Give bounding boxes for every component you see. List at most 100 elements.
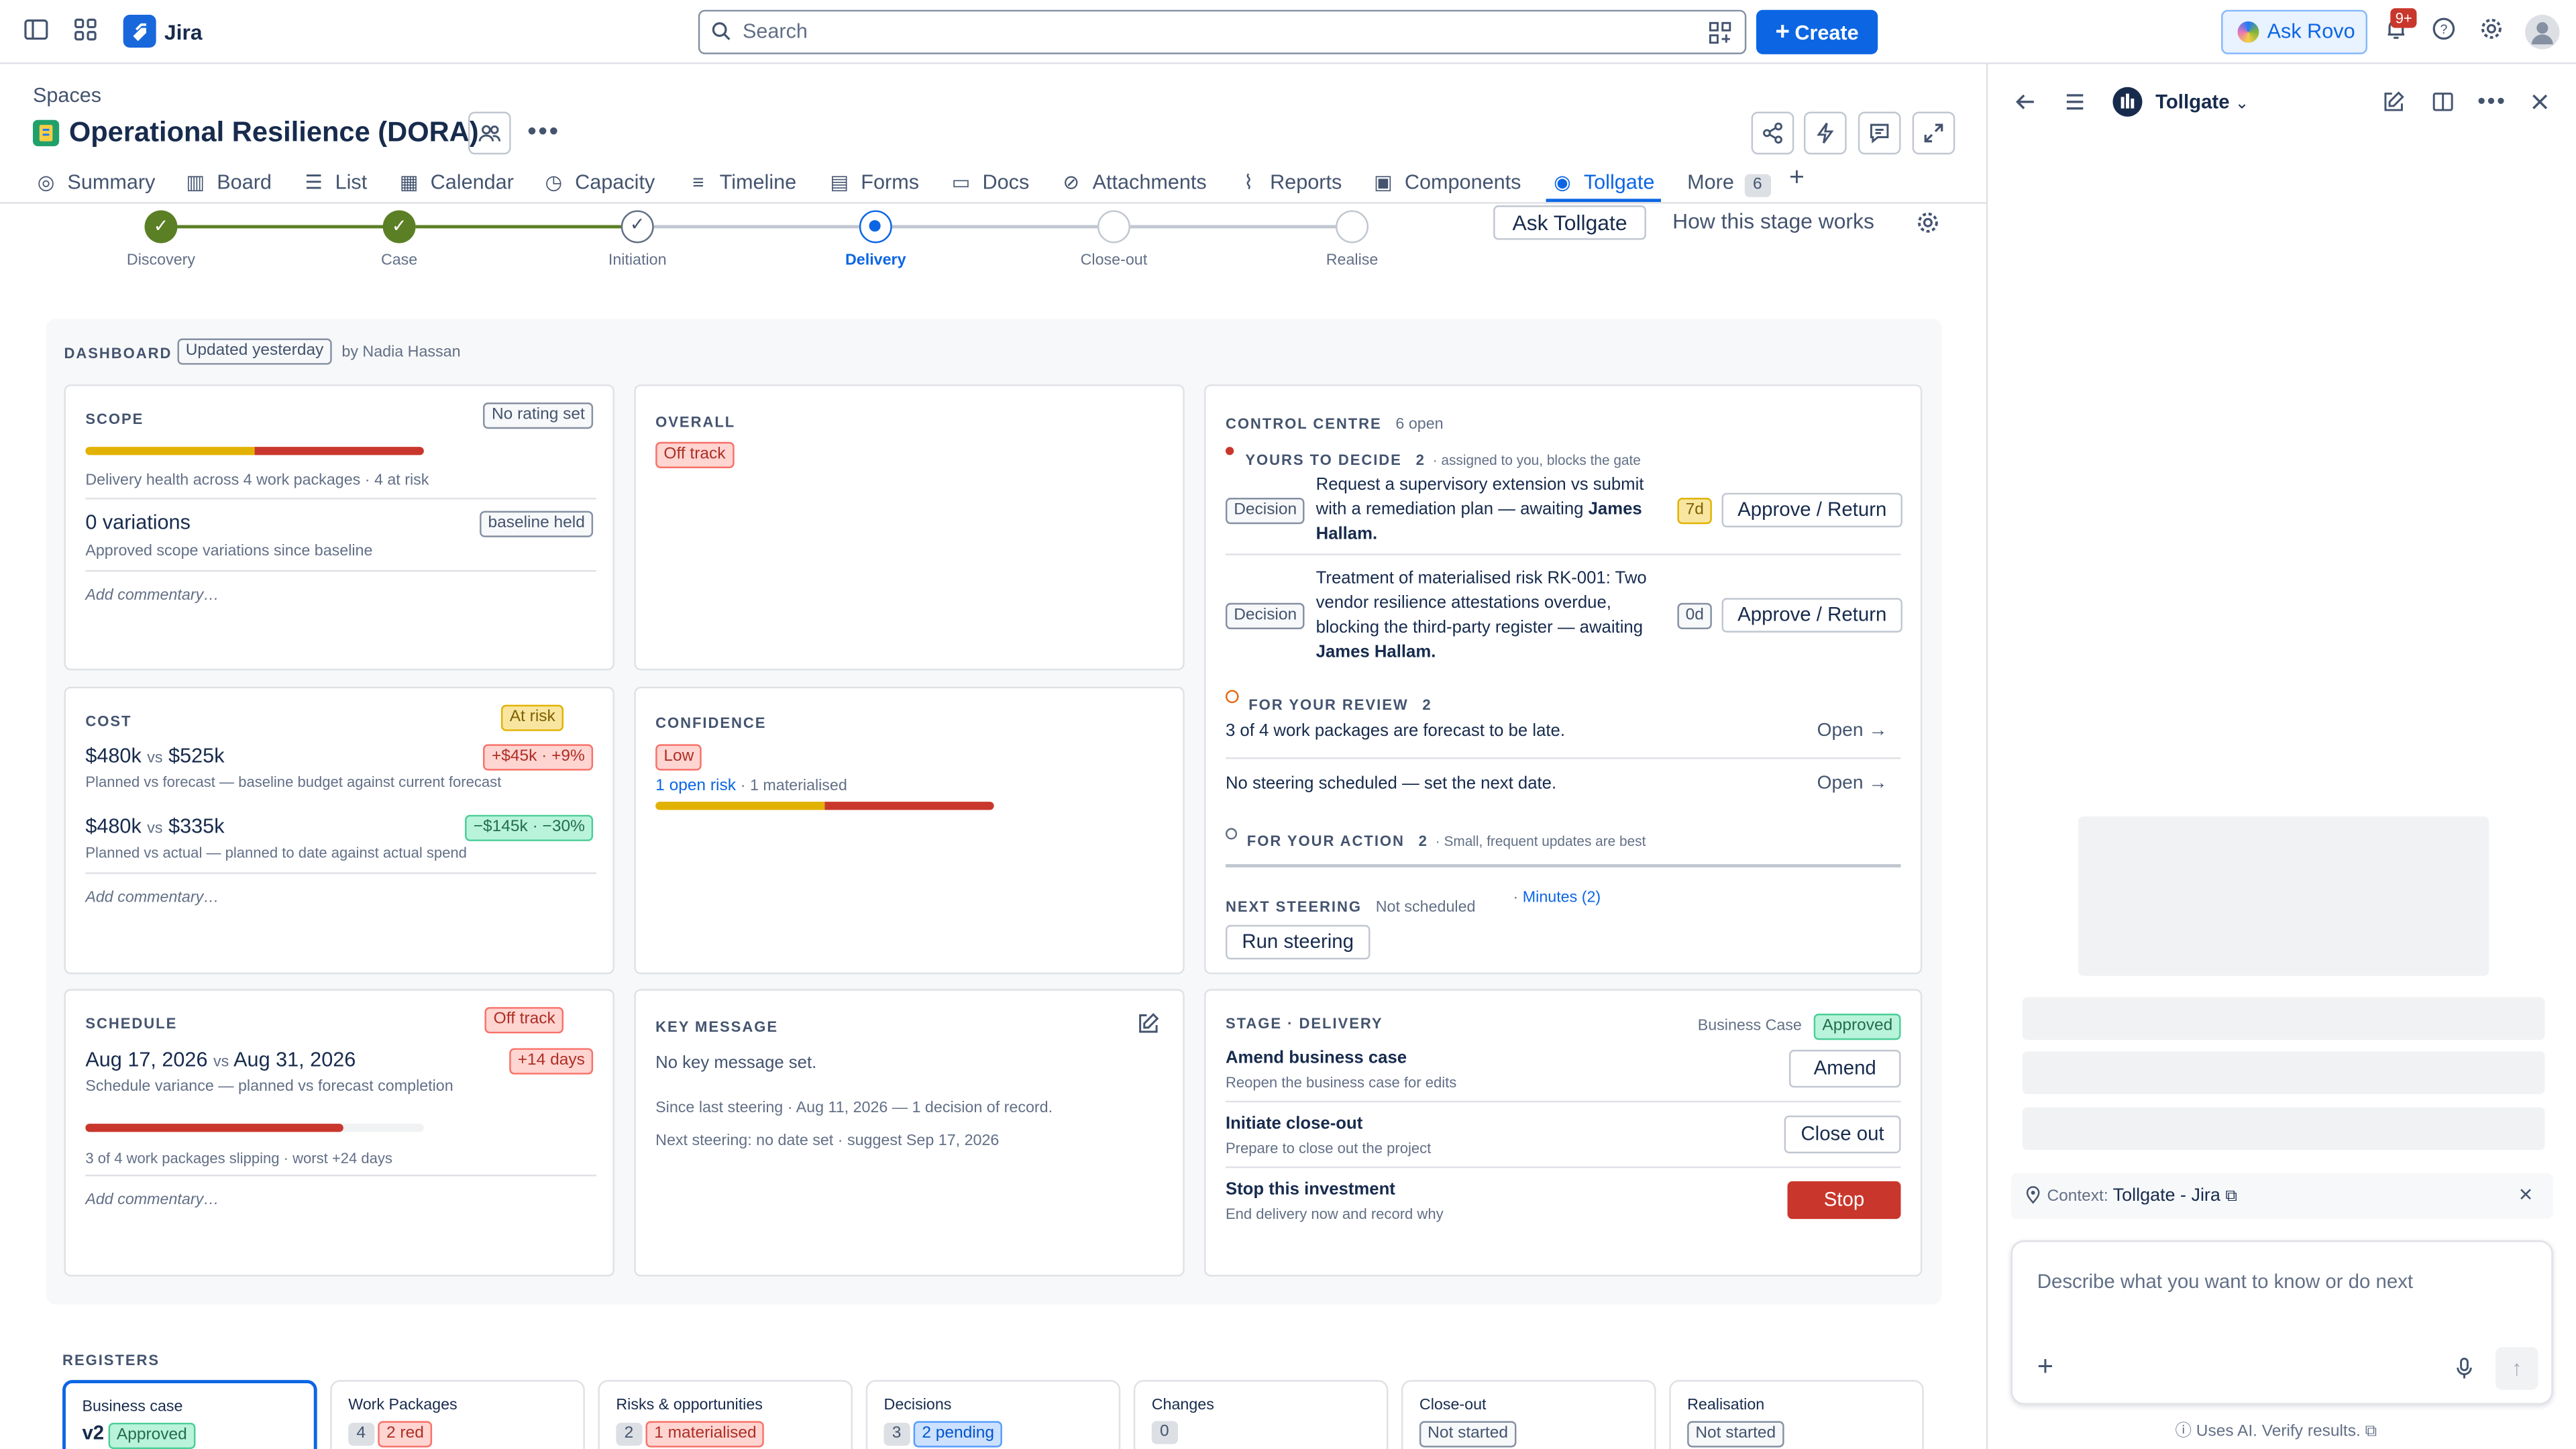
split-view-icon[interactable] (2432, 91, 2455, 122)
timeline-icon: ≡ (692, 170, 704, 194)
step-initiation-icon[interactable]: ✓ (621, 210, 654, 244)
breadcrumb[interactable]: Spaces (33, 84, 101, 107)
ask-tollgate-button[interactable]: Ask Tollgate (1493, 205, 1646, 240)
tab-list[interactable]: ☰ List (303, 169, 368, 195)
microphone-icon[interactable] (2455, 1357, 2474, 1389)
tab-more[interactable]: More 6 (1687, 169, 1770, 197)
step-closeout-icon[interactable] (1097, 210, 1130, 244)
rating-badge[interactable]: No rating set (483, 402, 594, 429)
close-icon[interactable] (2530, 91, 2549, 120)
loading-skeleton (2022, 1051, 2545, 1095)
schedule-status-badge: Off track (485, 1007, 564, 1034)
jira-logo-icon[interactable] (123, 15, 156, 48)
top-navigation: Jira Search + Create Ask Rovo 9+ ? (0, 0, 2576, 64)
tab-reports[interactable]: ⌇ Reports (1237, 169, 1342, 195)
sidebar-toggle-icon[interactable] (21, 16, 51, 46)
open-risk-link[interactable]: 1 open risk (655, 777, 736, 795)
approve-return-button[interactable]: Approve / Return (1721, 492, 1902, 528)
loading-skeleton (2022, 1107, 2545, 1150)
stage-settings-gear-icon[interactable] (1916, 210, 1941, 243)
open-review-button[interactable]: Open → (1817, 721, 1888, 741)
add-commentary[interactable]: Add commentary… (85, 889, 219, 907)
fullscreen-icon[interactable] (1912, 111, 1955, 155)
clock-icon: ◷ (545, 170, 563, 194)
context-chip: Context: Tollgate - Jira ⧉ ✕ (2010, 1173, 2553, 1220)
external-link-icon[interactable]: ⧉ (2365, 1423, 2377, 1441)
context-label: Context: (2047, 1187, 2108, 1206)
edit-icon[interactable] (1137, 1012, 1160, 1044)
context-value[interactable]: Tollgate - Jira (2113, 1186, 2220, 1205)
tab-attachments[interactable]: ⊘ Attachments (1060, 169, 1206, 195)
tab-components[interactable]: ▣ Components (1372, 169, 1521, 195)
step-connector (653, 225, 861, 229)
close-out-button[interactable]: Close out (1784, 1115, 1901, 1154)
section-count: 2 (1418, 833, 1428, 850)
notification-badge: 9+ (2390, 8, 2418, 28)
register-tag: Approved (108, 1422, 195, 1449)
back-arrow-icon[interactable] (2014, 91, 2037, 122)
decision-age: 0d (1677, 602, 1713, 629)
panel-more-icon[interactable]: ••• (2477, 87, 2506, 113)
tab-calendar[interactable]: ▦ Calendar (398, 169, 514, 195)
chat-input-placeholder: Describe what you want to know or do nex… (2037, 1270, 2414, 1293)
filter-icon[interactable] (1709, 11, 1731, 59)
how-stage-works-link[interactable]: How this stage works (1672, 209, 1874, 233)
panel-title[interactable]: Tollgate ⌄ (2155, 91, 2249, 113)
chat-input[interactable]: Describe what you want to know or do nex… (2010, 1240, 2553, 1405)
add-attachment-icon[interactable]: + (2037, 1350, 2053, 1383)
send-arrow-icon[interactable]: ↑ (2496, 1347, 2538, 1390)
confidence-bar-amber (655, 802, 825, 810)
card-title: CONTROL CENTRE (1225, 415, 1382, 433)
register-business-case[interactable]: Business case v2 Approved (62, 1380, 317, 1449)
app-switcher-icon[interactable] (70, 16, 100, 46)
step-case-complete-icon[interactable]: ✓ (382, 210, 416, 244)
automation-lightning-icon[interactable] (1804, 111, 1847, 155)
add-tab-icon[interactable]: + (1789, 165, 1805, 192)
approve-return-button[interactable]: Approve / Return (1721, 598, 1902, 633)
add-commentary[interactable]: Add commentary… (85, 1191, 219, 1210)
register-changes[interactable]: Changes 0 (1133, 1380, 1389, 1449)
tab-summary[interactable]: ◎ Summary (34, 169, 156, 195)
share-icon[interactable] (1751, 111, 1794, 155)
app-name[interactable]: Jira (164, 19, 203, 44)
register-realisation[interactable]: Realisation Not started (1669, 1380, 1924, 1449)
remove-context-icon[interactable]: ✕ (2518, 1173, 2534, 1220)
new-chat-edit-icon[interactable] (2382, 91, 2405, 122)
register-count: 4 (348, 1422, 374, 1446)
step-realise-icon[interactable] (1336, 210, 1369, 244)
step-delivery-current-icon[interactable] (859, 210, 892, 244)
search-input[interactable]: Search (698, 9, 1747, 54)
help-icon[interactable]: ? (2428, 16, 2458, 46)
ask-rovo-button[interactable]: Ask Rovo (2221, 9, 2368, 54)
step-label-initiation: Initiation (608, 251, 667, 270)
tab-capacity[interactable]: ◷ Capacity (542, 169, 655, 195)
register-close-out[interactable]: Close-out Not started (1401, 1380, 1656, 1449)
avatar[interactable] (2525, 15, 2560, 50)
register-decisions[interactable]: Decisions 3 2 pending (865, 1380, 1121, 1449)
run-steering-button[interactable]: Run steering (1225, 924, 1371, 960)
tab-tollgate[interactable]: ◉ Tollgate (1551, 169, 1654, 195)
menu-icon[interactable] (2063, 91, 2086, 122)
register-count: 2 (616, 1422, 642, 1446)
register-tag: 2 red (378, 1421, 433, 1448)
amend-button[interactable]: Amend (1788, 1049, 1901, 1088)
tab-board[interactable]: ▥ Board (184, 169, 272, 195)
open-review-button[interactable]: Open → (1817, 773, 1888, 793)
confidence-status-badge: Low (655, 744, 702, 771)
settings-gear-icon[interactable] (2476, 16, 2506, 46)
tab-timeline[interactable]: ≡ Timeline (687, 169, 796, 195)
tab-forms[interactable]: ▤ Forms (828, 169, 919, 195)
register-work-packages[interactable]: Work Packages 4 2 red (330, 1380, 585, 1449)
stop-button[interactable]: Stop (1787, 1181, 1901, 1220)
tab-docs[interactable]: ▭ Docs (950, 169, 1029, 195)
business-case-label: Business Case (1697, 1016, 1802, 1035)
stage-card: STAGE · DELIVERY Business Case Approved … (1204, 989, 1923, 1277)
minutes-link[interactable]: Minutes (2) (1523, 889, 1601, 907)
more-actions-icon[interactable]: ••• (527, 118, 560, 148)
register-risks[interactable]: Risks & opportunities 2 1 materialised (598, 1380, 853, 1449)
step-discovery-complete-icon[interactable]: ✓ (144, 210, 178, 244)
team-icon[interactable] (468, 111, 511, 155)
add-commentary[interactable]: Add commentary… (85, 586, 219, 604)
feedback-icon[interactable] (1858, 111, 1901, 155)
create-button[interactable]: + Create (1756, 9, 1878, 54)
